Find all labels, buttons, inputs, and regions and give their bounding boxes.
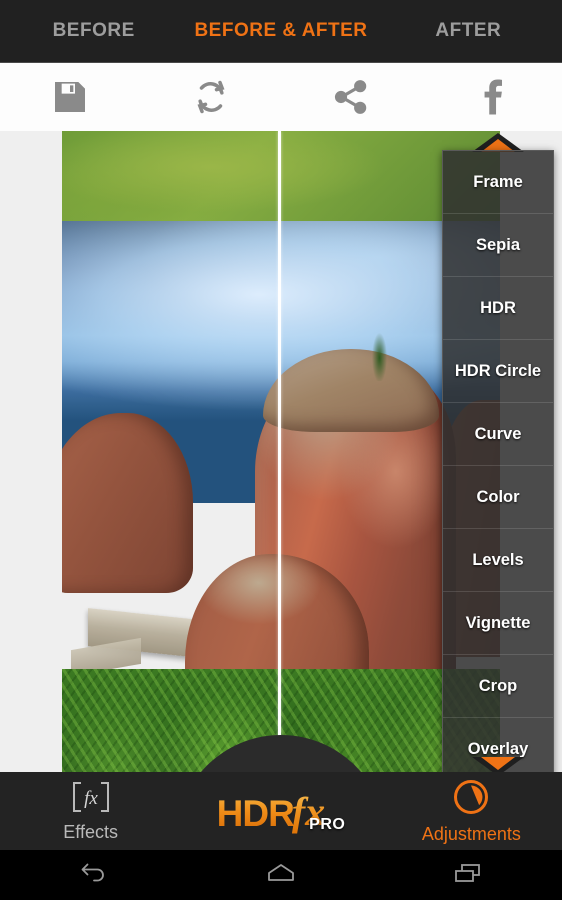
app-logo: HDR fx PRO bbox=[181, 788, 380, 835]
svg-text:fx: fx bbox=[84, 788, 98, 809]
menu-item-levels[interactable]: Levels bbox=[443, 529, 553, 592]
logo-pro-text: PRO bbox=[309, 815, 346, 833]
menu-item-vignette[interactable]: Vignette bbox=[443, 592, 553, 655]
menu-item-sepia[interactable]: Sepia bbox=[443, 214, 553, 277]
bottom-navigation-bar: fx Effects HDR fx PRO Adjustments bbox=[0, 772, 562, 850]
menu-item-frame[interactable]: Frame bbox=[443, 151, 553, 214]
effects-label: Effects bbox=[63, 821, 118, 842]
nav-back-button[interactable] bbox=[0, 850, 187, 900]
action-toolbar bbox=[0, 63, 562, 131]
menu-item-hdr-circle[interactable]: HDR Circle bbox=[443, 340, 553, 403]
before-after-photo[interactable] bbox=[62, 131, 500, 772]
photo-meadow bbox=[62, 131, 500, 221]
tab-before[interactable]: BEFORE bbox=[0, 20, 187, 42]
adjustments-label: Adjustments bbox=[421, 823, 521, 844]
logo-hdr-text: HDR bbox=[216, 792, 295, 834]
back-arrow-icon bbox=[78, 861, 110, 890]
android-navigation-bar bbox=[0, 850, 562, 900]
menu-item-hdr[interactable]: HDR bbox=[443, 277, 553, 340]
menu-item-curve[interactable]: Curve bbox=[443, 403, 553, 466]
home-icon bbox=[264, 861, 298, 890]
reset-button[interactable] bbox=[141, 63, 282, 131]
share-icon bbox=[331, 77, 371, 117]
save-icon bbox=[50, 77, 90, 117]
share-button[interactable] bbox=[281, 63, 422, 131]
app-root: BEFORE BEFORE & AFTER AFTER Frame Sepia … bbox=[0, 0, 562, 900]
photo-rock-left bbox=[62, 413, 194, 593]
tab-after[interactable]: AFTER bbox=[375, 20, 562, 42]
contrast-circle-icon bbox=[452, 778, 490, 821]
menu-item-crop[interactable]: Crop bbox=[443, 655, 553, 718]
adjustments-button[interactable]: Adjustments bbox=[381, 772, 562, 850]
before-after-divider-handle[interactable] bbox=[278, 131, 281, 772]
nav-recents-button[interactable] bbox=[375, 850, 562, 900]
photo-tree bbox=[368, 323, 391, 381]
refresh-icon bbox=[191, 77, 231, 117]
effects-menu: Frame Sepia HDR HDR Circle Curve Color L… bbox=[442, 150, 554, 781]
effects-button[interactable]: fx Effects bbox=[0, 772, 181, 850]
save-button[interactable] bbox=[0, 63, 141, 131]
recents-icon bbox=[452, 861, 484, 890]
facebook-share-button[interactable] bbox=[422, 63, 562, 131]
view-mode-tabbar: BEFORE BEFORE & AFTER AFTER bbox=[0, 0, 562, 63]
menu-item-color[interactable]: Color bbox=[443, 466, 553, 529]
caret-down-icon bbox=[481, 757, 515, 770]
facebook-icon bbox=[472, 76, 512, 118]
tab-before-and-after[interactable]: BEFORE & AFTER bbox=[187, 20, 374, 42]
nav-home-button[interactable] bbox=[187, 850, 374, 900]
fx-icon: fx bbox=[69, 780, 113, 819]
